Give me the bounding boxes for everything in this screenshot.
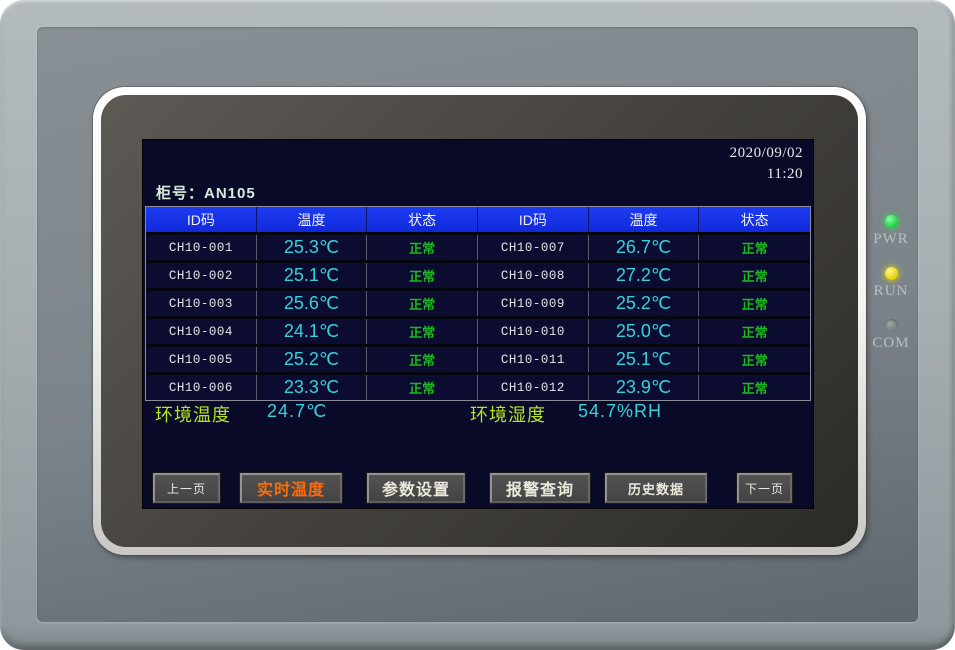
cell-temperature: 25.3℃ <box>257 235 368 260</box>
time-text: 11:20 <box>730 164 803 185</box>
channel-table: ID码 温度 状态 ID码 温度 状态 CH10-001 25.3℃ 正常 CH… <box>145 206 811 401</box>
table-row: CH10-006 23.3℃ 正常 CH10-012 23.9℃ 正常 <box>146 375 810 400</box>
cell-temperature: 27.2℃ <box>589 263 700 288</box>
run-led-label: RUN <box>866 283 916 300</box>
cell-channel-id: CH10-001 <box>146 235 257 260</box>
parameter-settings-button[interactable]: 参数设置 <box>367 473 465 503</box>
cell-temperature: 25.1℃ <box>589 347 700 372</box>
run-led-icon <box>885 267 898 280</box>
cell-status: 正常 <box>367 263 478 288</box>
env-humidity-label: 环境湿度 <box>470 401 546 427</box>
cell-temperature: 25.1℃ <box>257 263 368 288</box>
cell-status: 正常 <box>367 291 478 316</box>
realtime-temp-button[interactable]: 实时温度 <box>240 473 342 503</box>
env-humidity-value: 54.7%RH <box>578 401 662 422</box>
header-status-1: 状态 <box>367 207 478 232</box>
run-led-group: RUN <box>866 267 916 300</box>
table-header-row: ID码 温度 状态 ID码 温度 状态 <box>146 207 810 232</box>
cell-status: 正常 <box>699 319 810 344</box>
header-id-2: ID码 <box>478 207 589 232</box>
pwr-led-group: PWR <box>866 215 916 248</box>
cell-status: 正常 <box>699 291 810 316</box>
datetime-block: 2020/09/02 11:20 <box>730 143 803 185</box>
cell-status: 正常 <box>699 263 810 288</box>
display-screen: 2020/09/02 11:20 柜号：AN105 ID码 温度 状态 ID码 … <box>143 140 813 508</box>
cell-channel-id: CH10-005 <box>146 347 257 372</box>
cell-temperature: 23.3℃ <box>257 375 368 400</box>
env-temp-value: 24.7℃ <box>267 401 327 422</box>
cell-channel-id: CH10-008 <box>478 263 589 288</box>
cell-status: 正常 <box>699 347 810 372</box>
table-row: CH10-004 24.1℃ 正常 CH10-010 25.0℃ 正常 <box>146 319 810 344</box>
cell-status: 正常 <box>367 375 478 400</box>
date-text: 2020/09/02 <box>730 143 803 164</box>
hmi-device: 2020/09/02 11:20 柜号：AN105 ID码 温度 状态 ID码 … <box>0 0 955 650</box>
table-row: CH10-002 25.1℃ 正常 CH10-008 27.2℃ 正常 <box>146 263 810 288</box>
cell-channel-id: CH10-003 <box>146 291 257 316</box>
cell-channel-id: CH10-006 <box>146 375 257 400</box>
power-led-icon <box>885 215 898 228</box>
history-data-button[interactable]: 历史数据 <box>605 473 707 503</box>
cell-channel-id: CH10-004 <box>146 319 257 344</box>
header-temp-2: 温度 <box>589 207 700 232</box>
cell-temperature: 25.6℃ <box>257 291 368 316</box>
cell-temperature: 26.7℃ <box>589 235 700 260</box>
cell-channel-id: CH10-002 <box>146 263 257 288</box>
table-row: CH10-001 25.3℃ 正常 CH10-007 26.7℃ 正常 <box>146 235 810 260</box>
cell-temperature: 25.0℃ <box>589 319 700 344</box>
cell-status: 正常 <box>367 235 478 260</box>
cell-status: 正常 <box>367 319 478 344</box>
cell-channel-id: CH10-011 <box>478 347 589 372</box>
cell-status: 正常 <box>699 235 810 260</box>
table-row: CH10-003 25.6℃ 正常 CH10-009 25.2℃ 正常 <box>146 291 810 316</box>
com-led-label: COM <box>866 335 916 352</box>
cell-temperature: 25.2℃ <box>589 291 700 316</box>
next-page-button[interactable]: 下一页 <box>737 473 792 503</box>
cell-channel-id: CH10-007 <box>478 235 589 260</box>
cabinet-label: 柜号：AN105 <box>156 182 256 203</box>
header-id-1: ID码 <box>146 207 257 232</box>
pwr-led-label: PWR <box>866 231 916 248</box>
cell-channel-id: CH10-012 <box>478 375 589 400</box>
header-status-2: 状态 <box>699 207 810 232</box>
env-temp-label: 环境温度 <box>155 401 231 427</box>
cell-temperature: 24.1℃ <box>257 319 368 344</box>
cell-status: 正常 <box>699 375 810 400</box>
cell-status: 正常 <box>367 347 478 372</box>
cell-channel-id: CH10-009 <box>478 291 589 316</box>
com-led-icon <box>885 319 898 332</box>
cell-temperature: 25.2℃ <box>257 347 368 372</box>
com-led-group: COM <box>866 319 916 352</box>
header-temp-1: 温度 <box>257 207 368 232</box>
table-row: CH10-005 25.2℃ 正常 CH10-011 25.1℃ 正常 <box>146 347 810 372</box>
alarm-query-button[interactable]: 报警查询 <box>490 473 590 503</box>
cell-temperature: 23.9℃ <box>589 375 700 400</box>
prev-page-button[interactable]: 上一页 <box>153 473 220 503</box>
cell-channel-id: CH10-010 <box>478 319 589 344</box>
environment-readouts: 环境温度 24.7℃ 环境湿度 54.7%RH <box>143 401 813 425</box>
